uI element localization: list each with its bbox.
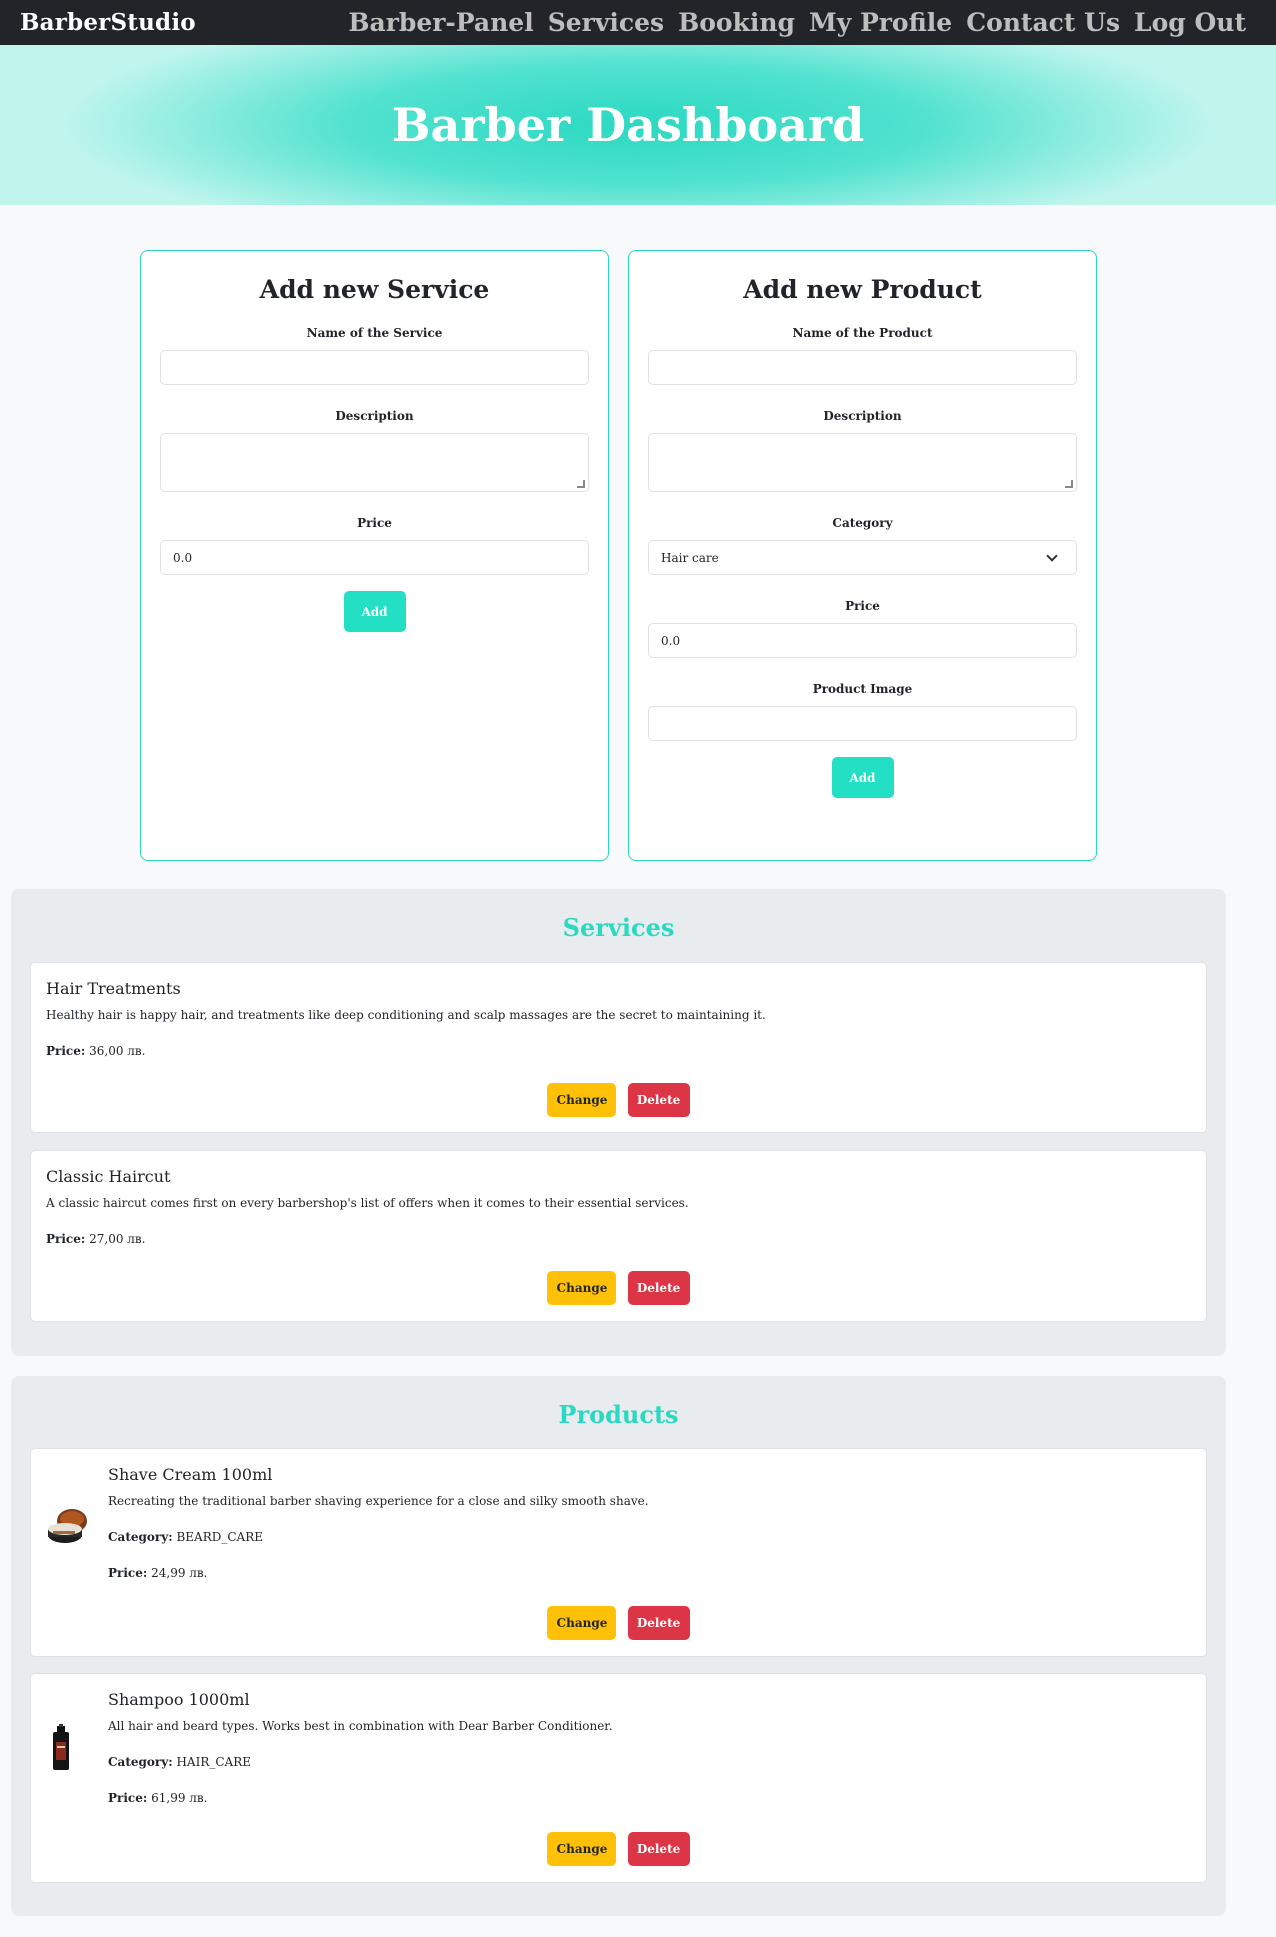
service-price-input[interactable]: 0.0 <box>160 540 589 575</box>
service-card: Hair Treatments Healthy hair is happy ha… <box>30 962 1207 1133</box>
product-price-label: Price <box>845 599 880 613</box>
delete-service-button[interactable]: Delete <box>627 1083 690 1117</box>
product-price: Price: 24,99 лв. <box>108 1566 1191 1580</box>
product-card: Shampoo 1000ml All hair and beard types.… <box>30 1673 1207 1883</box>
add-service-form: Add new Service Name of the Service Desc… <box>140 250 609 861</box>
shampoo-bottle-image <box>53 1724 69 1770</box>
service-description: A classic haircut comes first on every b… <box>46 1196 689 1210</box>
products-section: Products Shave Cream 100ml Recreating th… <box>11 1376 1226 1916</box>
delete-product-button[interactable]: Delete <box>627 1832 690 1866</box>
add-product-button[interactable]: Add <box>831 757 894 798</box>
product-name-label: Name of the Product <box>792 326 933 340</box>
nav-links: Barber-Panel Services Booking My Profile… <box>348 8 1246 37</box>
nav-link-contact-us[interactable]: Contact Us <box>966 8 1120 37</box>
service-card: Classic Haircut A classic haircut comes … <box>30 1150 1207 1322</box>
product-image-input[interactable] <box>648 706 1077 741</box>
chevron-down-icon <box>1046 549 1058 562</box>
nav-link-services[interactable]: Services <box>548 8 664 37</box>
add-service-button[interactable]: Add <box>343 591 406 632</box>
product-name-input[interactable] <box>648 350 1077 385</box>
delete-product-button[interactable]: Delete <box>627 1606 690 1640</box>
services-section-title: Services <box>562 913 675 942</box>
product-price-input[interactable]: 0.0 <box>648 623 1077 658</box>
price-label: Price: <box>46 1232 86 1246</box>
nav-link-log-out[interactable]: Log Out <box>1134 8 1246 37</box>
product-description-label: Description <box>823 409 902 423</box>
nav-link-barber-panel[interactable]: Barber-Panel <box>348 8 533 37</box>
price-value: 24,99 лв. <box>151 1566 208 1580</box>
change-product-button[interactable]: Change <box>547 1832 617 1866</box>
add-product-title: Add new Product <box>743 275 982 304</box>
product-category-select[interactable]: Hair care <box>648 540 1077 575</box>
resize-handle-icon[interactable] <box>577 480 585 488</box>
product-category: Category: BEARD_CARE <box>108 1530 1191 1544</box>
product-description-input[interactable] <box>648 433 1077 492</box>
service-price: Price: 27,00 лв. <box>46 1232 1191 1246</box>
service-name: Classic Haircut <box>46 1167 171 1186</box>
price-label: Price: <box>46 1044 86 1058</box>
product-category-value: Hair care <box>661 550 719 565</box>
price-label: Price: <box>108 1791 148 1805</box>
change-service-button[interactable]: Change <box>547 1083 617 1117</box>
products-section-title: Products <box>558 1400 679 1429</box>
product-card: Shave Cream 100ml Recreating the traditi… <box>30 1448 1207 1657</box>
product-price: Price: 61,99 лв. <box>108 1791 1191 1805</box>
price-label: Price: <box>108 1566 148 1580</box>
product-name: Shave Cream 100ml <box>108 1465 273 1484</box>
category-value: HAIR_CARE <box>176 1755 252 1769</box>
product-image-label: Product Image <box>812 682 913 696</box>
service-description: Healthy hair is happy hair, and treatmen… <box>46 1008 766 1022</box>
services-section: Services Hair Treatments Healthy hair is… <box>11 889 1226 1356</box>
product-description: All hair and beard types. Works best in … <box>108 1719 613 1733</box>
brand-logo[interactable]: BarberStudio <box>20 9 196 36</box>
product-name: Shampoo 1000ml <box>108 1690 250 1709</box>
product-category-label: Category <box>832 516 893 530</box>
change-product-button[interactable]: Change <box>547 1606 617 1640</box>
change-service-button[interactable]: Change <box>547 1271 617 1305</box>
product-category: Category: HAIR_CARE <box>108 1755 1191 1769</box>
delete-service-button[interactable]: Delete <box>627 1271 690 1305</box>
service-price: Price: 36,00 лв. <box>46 1044 1191 1058</box>
service-price-label: Price <box>357 516 392 530</box>
navbar: BarberStudio Barber-Panel Services Booki… <box>0 0 1276 45</box>
add-service-title: Add new Service <box>259 275 490 304</box>
hero-banner: Barber Dashboard <box>0 45 1276 205</box>
resize-handle-icon[interactable] <box>1065 480 1073 488</box>
price-value: 27,00 лв. <box>89 1232 146 1246</box>
category-label: Category: <box>108 1755 173 1769</box>
price-value: 36,00 лв. <box>89 1044 146 1058</box>
shave-cream-image <box>48 1509 87 1543</box>
category-label: Category: <box>108 1530 173 1544</box>
service-name-label: Name of the Service <box>306 326 443 340</box>
service-description-label: Description <box>335 409 414 423</box>
category-value: BEARD_CARE <box>176 1530 263 1544</box>
price-value: 61,99 лв. <box>151 1791 208 1805</box>
service-name: Hair Treatments <box>46 979 181 998</box>
nav-link-my-profile[interactable]: My Profile <box>809 8 952 37</box>
nav-link-booking[interactable]: Booking <box>678 8 795 37</box>
service-name-input[interactable] <box>160 350 589 385</box>
service-description-input[interactable] <box>160 433 589 492</box>
add-product-form: Add new Product Name of the Product Desc… <box>628 250 1097 861</box>
product-description: Recreating the traditional barber shavin… <box>108 1494 649 1508</box>
page-title: Barber Dashboard <box>391 98 865 152</box>
